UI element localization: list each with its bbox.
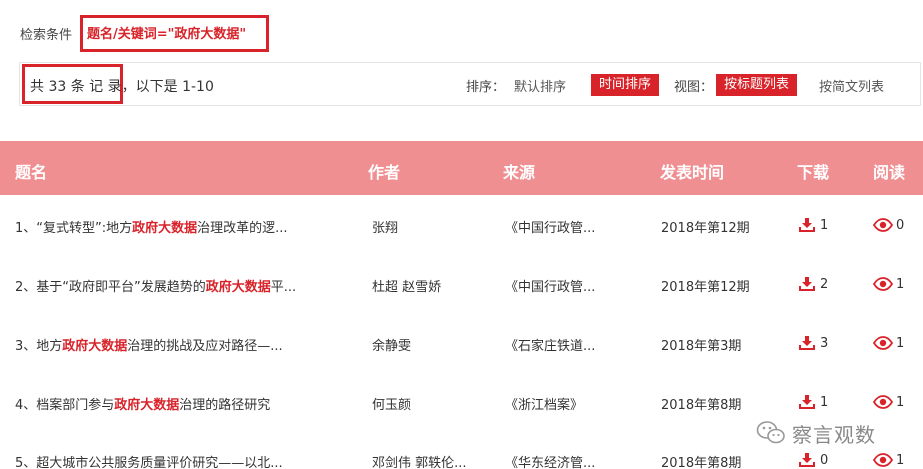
- header-download: 下载: [797, 163, 830, 182]
- header-date: 发表时间: [660, 163, 725, 182]
- result-count-total: 共 33 条 记 录: [30, 79, 122, 95]
- view-title-list-button[interactable]: 按标题列表: [716, 74, 797, 96]
- table-row: 2、基于“政府即平台”发展趋势的政府大数据平... 杜超 赵雪娇 《中国行政管.…: [0, 254, 923, 313]
- eye-icon: [873, 336, 893, 350]
- download-icon: [799, 453, 815, 467]
- header-title: 题名: [15, 163, 48, 182]
- read-count: 1: [896, 394, 905, 410]
- eye-icon: [873, 277, 893, 291]
- table-row: 1、“复式转型”:地方政府大数据治理改革的逻... 张翔 《中国行政管... 2…: [0, 195, 923, 254]
- date-cell: 2018年第12期: [661, 280, 750, 295]
- sort-label: 排序：: [466, 80, 506, 95]
- author-cell[interactable]: 杜超 赵雪娇: [372, 276, 492, 295]
- download-button[interactable]: 1: [797, 394, 857, 410]
- header-author: 作者: [368, 163, 401, 182]
- author-cell[interactable]: 张翔: [372, 217, 492, 236]
- title-keyword: 政府大数据: [205, 280, 271, 295]
- sort-default-button[interactable]: 默认排序: [514, 76, 566, 95]
- title-suffix: 平...: [270, 280, 297, 295]
- download-icon: [799, 336, 815, 350]
- table-header: 题名 作者 来源 发表时间 下载 阅读: [0, 141, 923, 195]
- eye-icon: [873, 395, 893, 409]
- read-button[interactable]: 0: [873, 217, 923, 233]
- source-cell[interactable]: 《石家庄铁道...: [505, 335, 645, 354]
- download-button[interactable]: 2: [797, 276, 857, 292]
- eye-icon: [873, 218, 893, 232]
- source-cell[interactable]: 《华东经济管...: [505, 452, 645, 469]
- read-button[interactable]: 1: [873, 276, 923, 292]
- table-row: 3、地方政府大数据治理的挑战及应对路径—... 余静雯 《石家庄铁道... 20…: [0, 313, 923, 372]
- download-icon: [799, 218, 815, 232]
- source-cell[interactable]: 《中国行政管...: [505, 276, 645, 295]
- article-title-link[interactable]: 2、基于“政府即平台”发展趋势的政府大数据平...: [15, 276, 345, 295]
- title-suffix: 治理的挑战及应对路径—...: [127, 339, 283, 354]
- read-button[interactable]: 1: [873, 452, 923, 468]
- read-count: 0: [896, 217, 905, 233]
- title-suffix: 治理的路径研究: [179, 398, 271, 413]
- view-label: 视图：: [674, 80, 714, 95]
- date-cell: 2018年第8期: [661, 456, 742, 469]
- date-cell: 2018年第3期: [661, 339, 742, 354]
- header-read: 阅读: [873, 163, 906, 182]
- read-button[interactable]: 1: [873, 394, 923, 410]
- date-cell: 2018年第8期: [661, 398, 742, 413]
- download-count: 1: [820, 217, 829, 233]
- result-range: ，以下是 1-10: [121, 79, 214, 95]
- title-prefix: 5、超大城市公共服务质量评价研究——以北...: [15, 456, 283, 469]
- eye-icon: [873, 453, 893, 467]
- view-brief-list-button[interactable]: 按简文列表: [819, 76, 884, 95]
- sort-time-button[interactable]: 时间排序: [591, 74, 659, 96]
- author-cell[interactable]: 何玉颜: [372, 394, 492, 413]
- article-title-link[interactable]: 1、“复式转型”:地方政府大数据治理改革的逻...: [15, 217, 345, 236]
- read-button[interactable]: 1: [873, 335, 923, 351]
- download-count: 2: [820, 276, 829, 292]
- read-count: 1: [896, 452, 905, 468]
- title-suffix: 治理改革的逻...: [197, 221, 288, 236]
- title-prefix: 4、档案部门参与: [15, 398, 115, 413]
- download-button[interactable]: 3: [797, 335, 857, 351]
- watermark-text: 察言观数: [792, 422, 876, 447]
- criteria-label: 检索条件: [20, 28, 73, 43]
- read-count: 1: [896, 335, 905, 351]
- read-count: 1: [896, 276, 905, 292]
- header-source: 来源: [503, 163, 536, 182]
- watermark: 察言观数: [756, 418, 916, 448]
- author-cell[interactable]: 邓剑伟 郭轶伦...: [372, 452, 492, 469]
- article-title-link[interactable]: 4、档案部门参与政府大数据治理的路径研究: [15, 394, 345, 413]
- title-prefix: 1、“复式转型”:地方: [15, 221, 133, 236]
- download-count: 3: [820, 335, 829, 351]
- download-icon: [799, 277, 815, 291]
- search-criteria-row: 检索条件 题名/关键词="政府大数据": [0, 0, 923, 62]
- date-cell: 2018年第12期: [661, 221, 750, 236]
- title-keyword: 政府大数据: [132, 221, 198, 236]
- source-cell[interactable]: 《浙江档案》: [505, 394, 645, 413]
- author-cell[interactable]: 余静雯: [372, 335, 492, 354]
- download-button[interactable]: 0: [797, 452, 857, 468]
- article-title-link[interactable]: 5、超大城市公共服务质量评价研究——以北...: [15, 452, 345, 469]
- download-count: 1: [820, 394, 829, 410]
- article-title-link[interactable]: 3、地方政府大数据治理的挑战及应对路径—...: [15, 335, 345, 354]
- result-count: 共 33 条 记 录，以下是 1-10: [30, 76, 214, 96]
- download-icon: [799, 395, 815, 409]
- download-count: 0: [820, 452, 829, 468]
- title-keyword: 政府大数据: [62, 339, 128, 354]
- title-prefix: 3、地方: [15, 339, 63, 354]
- source-cell[interactable]: 《中国行政管...: [505, 217, 645, 236]
- wechat-icon: [756, 421, 785, 444]
- download-button[interactable]: 1: [797, 217, 857, 233]
- criteria-value: 题名/关键词="政府大数据": [87, 27, 247, 42]
- title-prefix: 2、基于“政府即平台”发展趋势的: [15, 280, 206, 295]
- title-keyword: 政府大数据: [114, 398, 180, 413]
